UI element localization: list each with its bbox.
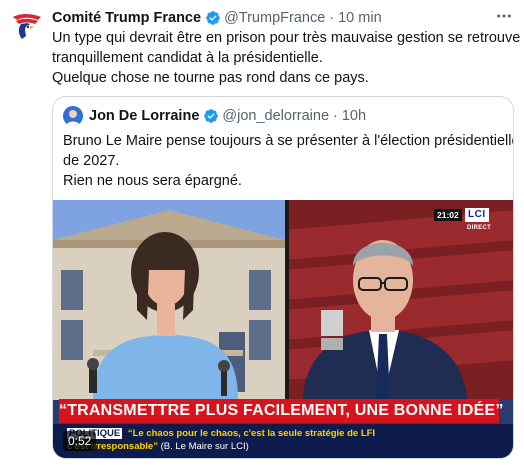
tweet-header: Comité Trump France @TrumpFrance · 10 mi… — [52, 8, 382, 28]
author-handle[interactable]: @TrumpFrance — [224, 10, 325, 26]
quoted-text-line: Bruno Le Maire pense toujours à se prése… — [63, 133, 514, 149]
quoted-tweet[interactable]: Jon De Lorraine @jon_delorraine · 10h Br… — [52, 96, 514, 459]
video-duration-badge: 0:52 — [63, 431, 97, 451]
author-avatar[interactable] — [8, 8, 44, 44]
quoted-tweet-timestamp[interactable]: 10h — [342, 108, 366, 124]
quoted-author-name[interactable]: Jon De Lorraine — [89, 108, 199, 124]
quoted-tweet-header: Jon De Lorraine @jon_delorraine · 10h — [63, 106, 366, 126]
broadcast-clock: 21:02 — [434, 209, 462, 221]
tweet-text-line: Quelque chose ne tourne pas rond dans ce… — [52, 70, 369, 86]
channel-logo: LCI — [465, 208, 489, 222]
ticker-source: (B. Le Maire sur LCI) — [160, 441, 249, 452]
quoted-text-line: Rien ne nous sera épargné. — [63, 173, 242, 189]
live-label: DIRECT — [467, 225, 492, 231]
header-separator: · — [329, 10, 335, 26]
ticker-line: POLITIQUE “Le chaos pour le chaos, c'est… — [67, 428, 375, 440]
tweet-text-line: Un type qui devrait être en prison pour … — [52, 30, 521, 46]
news-ticker: POLITIQUE “Le chaos pour le chaos, c'est… — [53, 424, 513, 458]
author-name[interactable]: Comité Trump France — [52, 10, 201, 26]
verified-badge-icon — [205, 10, 221, 26]
ticker-quote: “Le chaos pour le chaos, c'est la seule … — [127, 428, 376, 439]
quoted-tweet-text: Bruno Le Maire pense toujours à se prése… — [63, 131, 514, 191]
quoted-author-handle[interactable]: @jon_delorraine — [222, 108, 329, 124]
quoted-text-line: de 2027. — [63, 153, 120, 169]
headline-banner: “TRANSMETTRE PLUS FACILEMENT, UNE BONNE … — [59, 399, 503, 423]
tweet-text: Un type qui devrait être en prison pour … — [52, 28, 521, 88]
tweet[interactable]: Comité Trump France @TrumpFrance · 10 mi… — [0, 0, 524, 468]
quoted-author-avatar — [63, 106, 83, 126]
video-player[interactable]: 21:02 LCI DIRECT “TRANSMETTRE PLUS FACIL… — [53, 200, 513, 458]
more-options-icon[interactable] — [492, 6, 516, 26]
tweet-text-line: tranquillement candidat à la présidentie… — [52, 50, 323, 66]
header-separator: · — [333, 108, 338, 124]
tweet-timestamp[interactable]: 10 min — [338, 10, 382, 26]
verified-badge-icon — [203, 108, 219, 124]
eagle-logo-icon — [8, 8, 44, 44]
